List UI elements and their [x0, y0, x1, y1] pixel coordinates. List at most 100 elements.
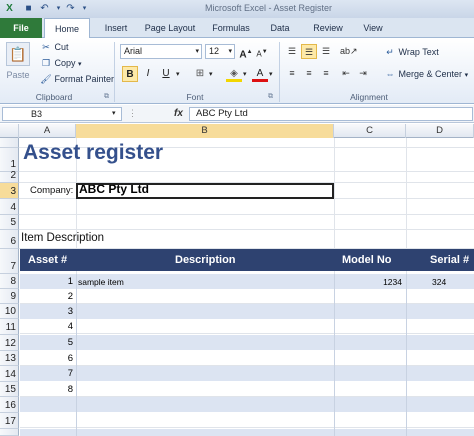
- wrap-text-button[interactable]: ↵ Wrap Text: [384, 45, 438, 60]
- row-header-8[interactable]: 8: [0, 274, 19, 289]
- undo-icon[interactable]: ↶: [38, 2, 51, 15]
- excel-logo-icon: X: [6, 3, 13, 14]
- asset-cell[interactable]: 1: [20, 276, 76, 287]
- scissors-icon: ✂: [42, 42, 50, 52]
- save-icon[interactable]: ■: [22, 2, 35, 15]
- bold-button[interactable]: B: [122, 66, 138, 82]
- italic-button[interactable]: I: [140, 66, 156, 82]
- column-header-d[interactable]: D: [406, 124, 474, 138]
- row-header-2[interactable]: 2: [0, 170, 19, 183]
- row-header-11[interactable]: 11: [0, 319, 19, 335]
- asset-cell[interactable]: 4: [20, 321, 76, 332]
- row-header-5[interactable]: 5: [0, 215, 19, 230]
- row-header-13[interactable]: 13: [0, 351, 19, 366]
- tab-page-layout[interactable]: Page Layout: [140, 18, 200, 38]
- merge-center-button[interactable]: ⇔ Merge & Center ▾: [384, 67, 469, 82]
- tab-insert[interactable]: Insert: [96, 18, 136, 38]
- row-header-6[interactable]: 6: [0, 230, 19, 249]
- table-column-line: [406, 274, 407, 436]
- formula-input[interactable]: ABC Pty Ltd: [189, 107, 473, 121]
- row-header-9[interactable]: 9: [0, 289, 19, 304]
- align-right-icon[interactable]: ≡: [318, 66, 334, 81]
- redo-icon[interactable]: ↷: [64, 2, 77, 15]
- align-left-icon[interactable]: ≡: [284, 66, 300, 81]
- borders-dropdown-icon[interactable]: ▾: [209, 70, 213, 78]
- cut-label: Cut: [54, 42, 69, 52]
- row-header-14[interactable]: 14: [0, 366, 19, 382]
- fill-color-icon[interactable]: ◈: [226, 66, 242, 82]
- asset-cell[interactable]: 2: [20, 291, 76, 302]
- row-header-15[interactable]: 15: [0, 382, 19, 397]
- column-header-c[interactable]: C: [334, 124, 406, 138]
- merge-dropdown-icon[interactable]: ▾: [465, 72, 469, 79]
- align-bottom-icon[interactable]: ☰: [318, 44, 334, 59]
- font-name-dropdown-icon[interactable]: ▾: [195, 45, 199, 58]
- font-name-value: Arial: [124, 46, 143, 56]
- font-size-value: 12: [209, 46, 220, 56]
- asset-cell[interactable]: 3: [20, 306, 76, 317]
- orientation-icon[interactable]: ab↗: [340, 44, 358, 59]
- alignment-group-label: Alignment: [350, 92, 388, 102]
- table-header-band: [20, 249, 474, 271]
- row-header-partial: [0, 429, 19, 436]
- title-bar: X ■ ↶ ▾ ↷ ▾ Microsoft Excel - Asset Regi…: [0, 0, 474, 18]
- tab-view[interactable]: View: [356, 18, 390, 38]
- row-header-16[interactable]: 16: [0, 397, 19, 413]
- font-color-button[interactable]: A: [252, 66, 268, 82]
- shrink-font-icon[interactable]: A▼: [254, 44, 270, 60]
- underline-dropdown-icon[interactable]: ▾: [176, 70, 180, 78]
- asset-cell[interactable]: 7: [20, 368, 76, 379]
- cut-button[interactable]: ✂ Cut: [40, 40, 69, 55]
- tab-review[interactable]: Review: [306, 18, 350, 38]
- tab-file[interactable]: File: [0, 18, 42, 38]
- asset-cell[interactable]: 5: [20, 337, 76, 348]
- row-header-4[interactable]: 4: [0, 199, 19, 215]
- tab-home[interactable]: Home: [44, 18, 90, 39]
- select-all-corner[interactable]: [0, 124, 19, 138]
- merge-icon: ⇔: [385, 69, 395, 79]
- align-middle-icon[interactable]: ☰: [301, 44, 317, 59]
- row-header-7[interactable]: 7: [0, 249, 19, 274]
- merge-label: Merge & Center: [398, 69, 463, 79]
- model-cell[interactable]: 1234: [334, 277, 402, 287]
- font-launcher-icon[interactable]: ⧉: [268, 93, 273, 101]
- row-header-12[interactable]: 12: [0, 335, 19, 351]
- name-box[interactable]: B3: [2, 107, 122, 121]
- description-cell[interactable]: sample item: [78, 277, 124, 287]
- formula-bar-grip-icon: ⋮: [128, 108, 137, 118]
- column-header-b[interactable]: B: [76, 124, 334, 138]
- font-name-combo[interactable]: Arial ▾: [120, 44, 202, 59]
- customize-qat-icon[interactable]: ▾: [78, 2, 91, 15]
- serial-cell[interactable]: 324: [432, 277, 446, 287]
- asset-cell[interactable]: 6: [20, 353, 76, 364]
- asset-cell[interactable]: 8: [20, 384, 76, 395]
- row-header-3[interactable]: 3: [0, 183, 19, 199]
- align-top-icon[interactable]: ☰: [284, 44, 300, 59]
- paste-button[interactable]: Paste: [4, 68, 32, 83]
- row-header-17[interactable]: 17: [0, 413, 19, 429]
- grow-font-icon[interactable]: A▲: [238, 44, 254, 60]
- copy-button[interactable]: ❐ Copy ▾: [40, 56, 82, 71]
- font-size-dropdown-icon[interactable]: ▾: [228, 45, 232, 58]
- clipboard-launcher-icon[interactable]: ⧉: [104, 93, 109, 101]
- font-size-combo[interactable]: 12 ▾: [205, 44, 235, 59]
- tab-data[interactable]: Data: [262, 18, 298, 38]
- table-column-line: [76, 274, 77, 436]
- tab-formulas[interactable]: Formulas: [206, 18, 256, 38]
- row-header-1[interactable]: 1: [0, 148, 19, 172]
- underline-button[interactable]: U: [158, 66, 174, 82]
- name-box-dropdown-icon[interactable]: ▾: [112, 109, 116, 117]
- insert-function-button[interactable]: fx: [174, 107, 186, 121]
- borders-icon[interactable]: ⊞: [192, 66, 208, 82]
- font-color-dropdown-icon[interactable]: ▾: [269, 70, 273, 78]
- align-center-icon[interactable]: ≡: [301, 66, 317, 81]
- format-painter-button[interactable]: 🖌 Format Painter: [40, 72, 114, 87]
- font-group-label: Font: [186, 92, 204, 102]
- decrease-indent-icon[interactable]: ⇤: [338, 66, 354, 81]
- increase-indent-icon[interactable]: ⇥: [355, 66, 371, 81]
- copy-dropdown-icon[interactable]: ▾: [78, 61, 82, 68]
- row-header-10[interactable]: 10: [0, 304, 19, 319]
- item-description-label: Item Description: [21, 232, 105, 244]
- column-header-a[interactable]: A: [19, 124, 76, 138]
- fill-color-dropdown-icon[interactable]: ▾: [243, 70, 247, 78]
